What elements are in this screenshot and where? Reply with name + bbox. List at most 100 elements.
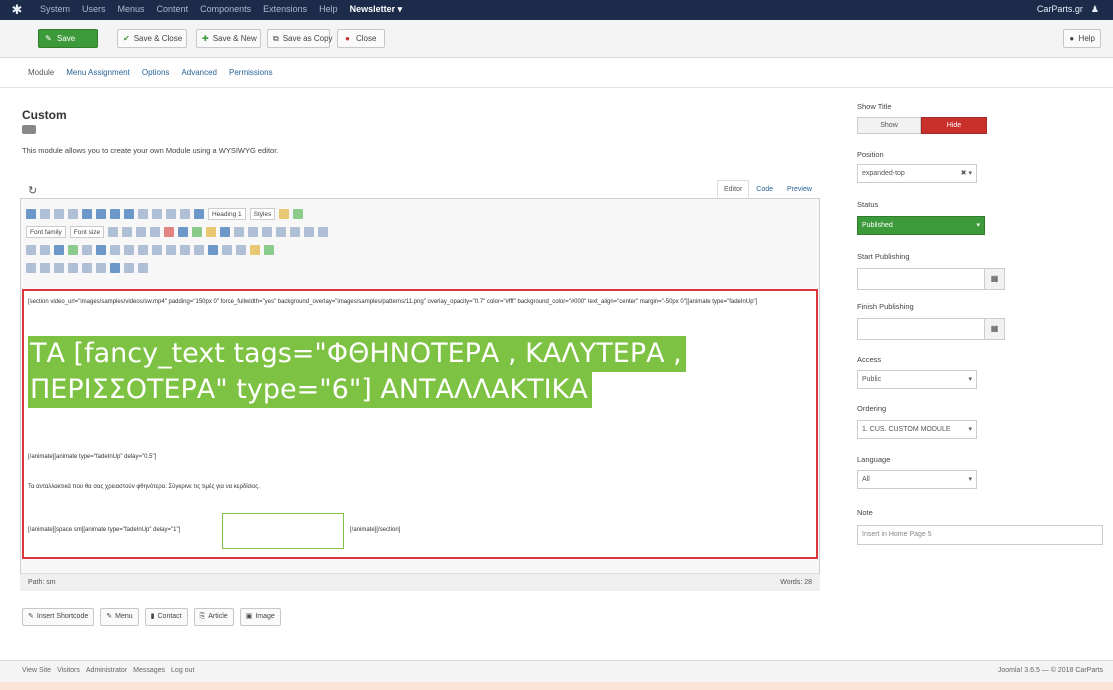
status-select[interactable]: Published ▾ [857, 216, 985, 235]
italic-icon[interactable] [96, 209, 106, 219]
paste-icon[interactable] [68, 209, 78, 219]
redo-icon[interactable] [178, 227, 189, 237]
align-right-icon[interactable] [166, 209, 176, 219]
save-new-button[interactable]: ✚ Save & New [196, 29, 261, 48]
show-title-toggle[interactable]: Show Hide [857, 117, 987, 134]
menu-content[interactable]: Content [157, 4, 189, 15]
redo-arrow-icon[interactable] [40, 245, 50, 255]
user-icon[interactable]: ♟ [1091, 4, 1099, 15]
visualchars-icon[interactable] [222, 245, 232, 255]
dash-icon[interactable] [96, 263, 106, 273]
insert-layer-icon[interactable] [26, 263, 36, 273]
heading-select[interactable]: Heading 1 [208, 208, 246, 220]
messages-link[interactable]: Messages [133, 667, 165, 674]
col-after-icon[interactable] [180, 245, 190, 255]
user-menu[interactable]: CarParts.gr ♟ [1037, 4, 1099, 15]
tab-options[interactable]: Options [136, 58, 176, 87]
outdent-icon[interactable] [136, 227, 147, 237]
menu-users[interactable]: Users [82, 4, 106, 15]
menu-components[interactable]: Components [200, 4, 251, 15]
calendar-icon[interactable]: ▦ [984, 319, 1004, 339]
insert-shortcode-button[interactable]: ✎ Insert Shortcode [22, 608, 95, 626]
image-button[interactable]: ▣ Image [239, 608, 281, 626]
save-copy-button[interactable]: ⧉ Save as Copy [267, 29, 333, 48]
styles-select[interactable]: Styles [249, 208, 276, 220]
finish-publishing-field[interactable]: ▦ [857, 318, 1005, 340]
link-icon[interactable] [192, 227, 203, 237]
new-document-icon[interactable] [26, 209, 36, 219]
undo-icon[interactable] [164, 227, 175, 237]
article-button[interactable]: ⎘ Article [193, 608, 234, 626]
col-before-icon[interactable] [166, 245, 176, 255]
underline-icon[interactable] [110, 209, 120, 219]
cleanup-icon[interactable] [248, 227, 259, 237]
hide-option[interactable]: Hide [921, 117, 987, 134]
menu-help[interactable]: Help [319, 4, 338, 15]
bold-icon[interactable] [82, 209, 92, 219]
note-input[interactable]: Insert in Home Page 5 [857, 525, 1103, 545]
access-select[interactable]: Public ▾ [857, 370, 977, 389]
start-publishing-field[interactable]: ▦ [857, 268, 1005, 290]
split-icon[interactable] [152, 245, 162, 255]
tab-permissions[interactable]: Permissions [223, 58, 279, 87]
menu-newsletter[interactable]: Newsletter ▾ [350, 4, 403, 15]
unlink-icon[interactable] [206, 227, 217, 237]
tab-menu-assignment[interactable]: Menu Assignment [60, 58, 136, 87]
tab-code[interactable]: Code [749, 180, 780, 198]
menu-system[interactable]: System [40, 4, 70, 15]
table-icon[interactable] [54, 245, 64, 255]
ordering-select[interactable]: 1. CUS. CUSTOM MODULE ▾ [857, 420, 977, 439]
save-button[interactable]: ✎ Save [38, 29, 98, 48]
justify-icon[interactable] [180, 209, 190, 219]
merge-icon[interactable] [138, 245, 148, 255]
logout-link[interactable]: Log out [171, 667, 194, 674]
strikethrough-icon[interactable] [124, 209, 134, 219]
box-icon[interactable] [138, 263, 148, 273]
numbered-list-icon[interactable] [122, 227, 133, 237]
refresh-icon[interactable]: ↻ [28, 184, 37, 197]
tab-module[interactable]: Module [22, 58, 60, 87]
minus-row-icon[interactable] [82, 263, 92, 273]
brush-icon[interactable] [279, 209, 290, 219]
emoticons-icon[interactable] [68, 245, 78, 255]
tab-advanced[interactable]: Advanced [175, 58, 223, 87]
cell-icon[interactable] [124, 245, 134, 255]
hr-icon[interactable] [276, 227, 287, 237]
copy-icon[interactable] [54, 209, 64, 219]
template-icon[interactable] [250, 245, 260, 255]
print-icon[interactable] [110, 263, 120, 273]
code-icon[interactable] [262, 227, 273, 237]
blockquote-icon[interactable] [54, 263, 64, 273]
visitors-link[interactable]: Visitors [57, 667, 80, 674]
undo-arrow-icon[interactable] [26, 245, 36, 255]
image-icon[interactable] [234, 227, 245, 237]
calendar-icon[interactable]: ▦ [984, 269, 1004, 289]
menu-extensions[interactable]: Extensions [263, 4, 307, 15]
close-button[interactable]: ● Close [337, 29, 385, 48]
menu-menus[interactable]: Menus [118, 4, 145, 15]
tab-editor[interactable]: Editor [717, 180, 750, 198]
subscript-icon[interactable] [290, 227, 301, 237]
anchor-icon[interactable] [220, 227, 231, 237]
indent-icon[interactable] [150, 227, 161, 237]
align-center-icon[interactable] [152, 209, 162, 219]
charmap-icon[interactable] [318, 227, 329, 237]
menu-button[interactable]: ✎ Menu [100, 608, 139, 626]
joomla-logo-icon[interactable]: ✱ [10, 3, 24, 17]
search-replace-icon[interactable] [208, 245, 218, 255]
styles-icon[interactable] [194, 209, 204, 219]
fullscreen-icon[interactable] [264, 245, 274, 255]
clean-icon[interactable] [293, 209, 304, 219]
list-icon[interactable] [108, 227, 119, 237]
user-name[interactable]: CarParts.gr [1037, 4, 1083, 15]
save-close-button[interactable]: ✔ Save & Close [117, 29, 187, 48]
row-icon[interactable] [110, 245, 120, 255]
plus-row-icon[interactable] [68, 263, 78, 273]
language-select[interactable]: All ▾ [857, 470, 977, 489]
font-family-select[interactable]: Font family [26, 226, 66, 238]
tab-preview[interactable]: Preview [780, 180, 819, 198]
preview-icon[interactable] [124, 263, 134, 273]
inline-input-box[interactable] [222, 513, 344, 549]
contact-button[interactable]: ▮ Contact [144, 608, 188, 626]
editor-content-area[interactable]: [section video_url="images/samples/video… [22, 289, 818, 559]
